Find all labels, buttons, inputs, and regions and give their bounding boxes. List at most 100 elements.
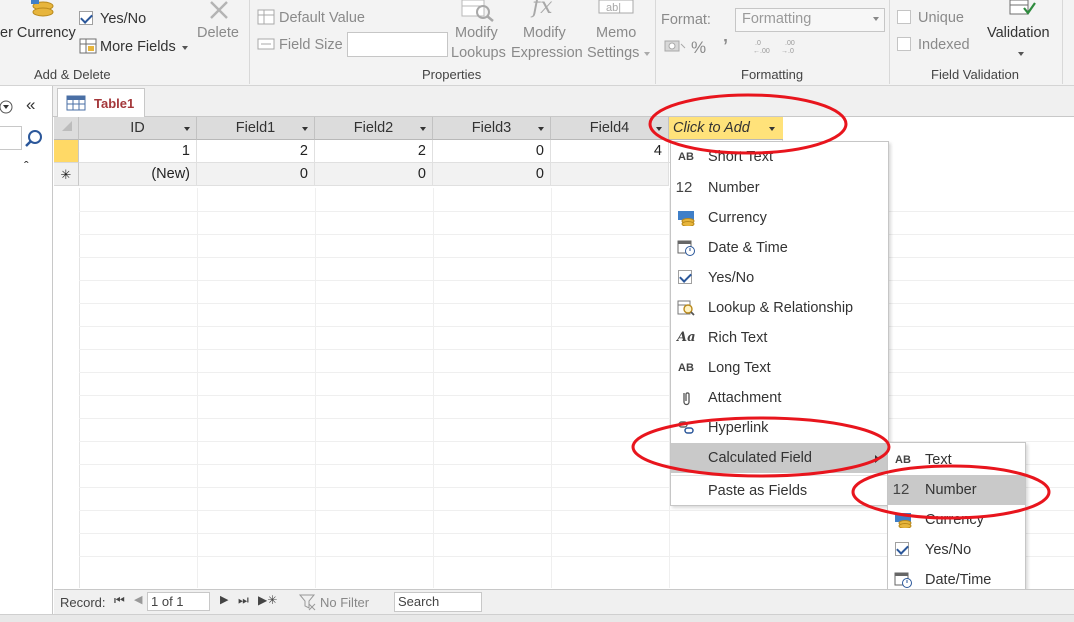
- first-record-icon[interactable]: ⏮: [114, 593, 125, 608]
- submenu-item-yes-no[interactable]: Yes/No: [888, 535, 1025, 565]
- indexed-checkbox[interactable]: [897, 37, 911, 51]
- group-label-add-delete: Add & Delete: [34, 67, 111, 82]
- new-record-icon[interactable]: ▶✳: [258, 593, 277, 607]
- field-size-input[interactable]: [347, 32, 448, 57]
- search-placeholder: Search: [398, 594, 440, 609]
- nav-search-input[interactable]: [0, 126, 22, 150]
- memo-settings-button-line2[interactable]: Settings: [587, 45, 639, 61]
- comma-format-button[interactable]: ’: [723, 36, 728, 57]
- table-icon: [66, 95, 86, 111]
- delete-button[interactable]: Delete: [197, 25, 239, 41]
- collapse-nav-icon[interactable]: «: [26, 95, 35, 115]
- row-selector[interactable]: [54, 140, 79, 163]
- modify-lookups-button-line2[interactable]: Lookups: [451, 45, 506, 61]
- search-icon[interactable]: [24, 129, 44, 149]
- yes-no-button[interactable]: Yes/No: [100, 11, 146, 27]
- table-cell[interactable]: [551, 163, 669, 186]
- table-cell[interactable]: 0: [197, 163, 315, 186]
- modify-expression-button[interactable]: Modify: [523, 25, 566, 41]
- percent-format-button[interactable]: %: [691, 38, 706, 58]
- lookup-icon: [677, 300, 695, 316]
- table-cell[interactable]: 2: [315, 140, 433, 163]
- menu-item-hyperlink[interactable]: Hyperlink: [671, 413, 888, 443]
- increase-decimals-icon[interactable]: .0 ←.00: [751, 38, 773, 54]
- collapse-group-icon[interactable]: ˆ: [24, 158, 29, 174]
- no-filter-label[interactable]: No Filter: [320, 595, 369, 610]
- checkbox-icon: [678, 270, 692, 284]
- nav-dropdown-icon[interactable]: [0, 99, 16, 115]
- table-cell[interactable]: 0: [433, 140, 551, 163]
- number-icon: 12: [892, 481, 910, 498]
- window-status-bar: [0, 614, 1074, 622]
- previous-record-icon[interactable]: ◀: [134, 593, 142, 606]
- select-all-cell[interactable]: [54, 117, 79, 140]
- group-label-properties: Properties: [422, 67, 482, 82]
- column-header-field2[interactable]: Field2: [315, 117, 433, 140]
- default-value-button[interactable]: Default Value: [279, 10, 365, 26]
- menu-item-date-time[interactable]: Date & Time: [671, 233, 888, 263]
- table-cell[interactable]: 1: [79, 140, 197, 163]
- more-fields-button[interactable]: More Fields: [100, 39, 176, 55]
- menu-item-rich-text[interactable]: Aa Rich Text: [671, 323, 888, 353]
- record-number-value: 1 of 1: [151, 594, 184, 609]
- table-cell[interactable]: (New): [79, 163, 197, 186]
- menu-item-attachment[interactable]: Attachment: [671, 383, 888, 413]
- hyperlink-icon: [678, 421, 694, 434]
- svg-text:.0: .0: [755, 40, 761, 47]
- tab-table1[interactable]: Table1: [57, 88, 145, 118]
- submenu-item-currency[interactable]: Currency: [888, 505, 1025, 535]
- modify-lookups-button[interactable]: Modify: [455, 25, 498, 41]
- menu-item-paste-as-fields[interactable]: Paste as Fields: [671, 476, 888, 506]
- new-row-selector[interactable]: ✳: [54, 163, 79, 186]
- table-cell[interactable]: 0: [315, 163, 433, 186]
- submenu-item-label: Yes/No: [925, 542, 972, 558]
- submenu-item-text[interactable]: AB Text: [888, 445, 1025, 475]
- unique-checkbox[interactable]: [897, 10, 911, 24]
- svg-text:ab|: ab|: [606, 2, 621, 14]
- no-filter-icon[interactable]: [299, 593, 317, 611]
- currency-format-icon[interactable]: [664, 38, 686, 54]
- column-header-field4[interactable]: Field4: [551, 117, 669, 140]
- svg-text:→.0: →.0: [781, 48, 794, 54]
- menu-item-number[interactable]: 12 Number: [671, 173, 888, 203]
- column-header-field1[interactable]: Field1: [197, 117, 315, 140]
- default-value-icon: [257, 9, 275, 25]
- record-number-input[interactable]: 1 of 1: [147, 592, 210, 611]
- more-fields-dropdown-icon: [182, 46, 188, 50]
- column-header-id[interactable]: ID: [79, 117, 197, 140]
- table-cell[interactable]: 0: [433, 163, 551, 186]
- menu-item-yes-no[interactable]: Yes/No: [671, 263, 888, 293]
- table-cell[interactable]: 4: [551, 140, 669, 163]
- column-header-label: ID: [130, 120, 145, 136]
- record-label: Record:: [60, 595, 106, 610]
- table-cell[interactable]: 2: [197, 140, 315, 163]
- search-field[interactable]: Search: [394, 592, 482, 612]
- submenu-item-number[interactable]: 12 Number: [888, 475, 1025, 505]
- menu-item-calculated-field[interactable]: Calculated Field: [671, 443, 888, 473]
- menu-item-long-text[interactable]: AB Long Text: [671, 353, 888, 383]
- menu-item-label: Yes/No: [708, 270, 755, 286]
- rich-text-icon: Aa: [677, 330, 696, 345]
- currency-button[interactable]: er Currency: [0, 25, 76, 41]
- memo-settings-button[interactable]: Memo: [596, 25, 636, 41]
- long-text-icon: AB: [678, 362, 694, 374]
- click-to-add-header[interactable]: Click to Add: [669, 117, 783, 140]
- unique-label: Unique: [918, 10, 964, 26]
- decrease-decimals-icon[interactable]: .00 →.0: [779, 38, 801, 54]
- last-record-icon[interactable]: ⏭: [238, 593, 249, 608]
- menu-item-lookup-relationship[interactable]: Lookup & Relationship: [671, 293, 888, 323]
- calculated-field-submenu: AB Text 12 Number Currency Yes/No Date/T…: [887, 442, 1026, 595]
- next-record-icon[interactable]: ▶: [220, 593, 228, 606]
- modify-expression-button-line2[interactable]: Expression: [511, 45, 583, 61]
- column-header-label: Field1: [235, 120, 276, 136]
- menu-item-short-text[interactable]: AB Short Text: [671, 142, 888, 172]
- submenu-item-label: Currency: [925, 512, 984, 528]
- tab-label: Table1: [94, 96, 135, 111]
- column-header-field3[interactable]: Field3: [433, 117, 551, 140]
- validation-button[interactable]: Validation: [987, 25, 1050, 41]
- expression-fx-icon: fx: [532, 0, 553, 19]
- yes-no-checkbox-icon[interactable]: [79, 11, 93, 25]
- menu-item-currency[interactable]: Currency: [671, 203, 888, 233]
- format-dropdown[interactable]: Formatting: [735, 8, 885, 32]
- new-record-icon: ✳: [60, 167, 72, 182]
